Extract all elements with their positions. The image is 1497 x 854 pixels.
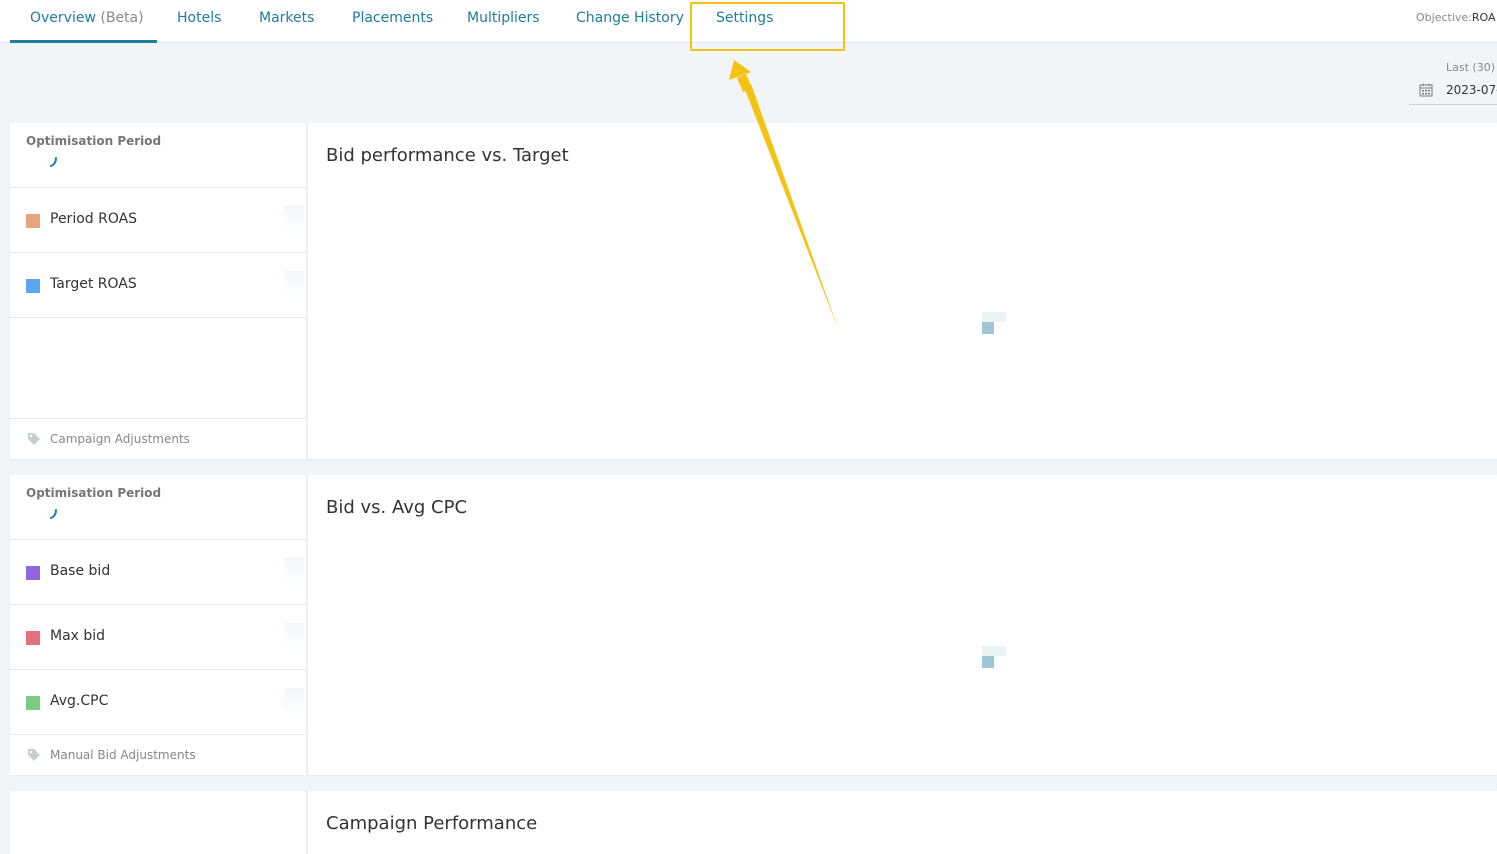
- bid-performance-card: Optimisation Period Period ROAS Target R…: [10, 123, 1497, 459]
- manual-bid-adjustments-link[interactable]: Manual Bid Adjustments: [10, 734, 306, 775]
- legend-item-period-roas[interactable]: Period ROAS: [10, 188, 306, 253]
- max-bid-swatch: [26, 631, 40, 645]
- avg-cpc-swatch: [26, 696, 40, 710]
- value-placeholder: [284, 688, 304, 716]
- optimisation-period-label: Optimisation Period: [26, 486, 162, 500]
- legend-label: Max bid: [50, 628, 106, 644]
- calendar-icon: [1419, 83, 1433, 97]
- objective-label: Objective:: [1416, 11, 1472, 24]
- date-range-label: Last (30) (: [1446, 61, 1497, 74]
- chart-loading-icon: [982, 646, 1006, 668]
- optimisation-period: Optimisation Period: [10, 123, 306, 188]
- value-placeholder: [284, 558, 304, 586]
- campaign-performance-card: Campaign Performance: [10, 791, 1497, 854]
- tab-overview-label: Overview: [30, 10, 96, 26]
- tag-icon: [28, 433, 40, 445]
- date-range-value: 2023-07-2: [1446, 83, 1497, 97]
- period-roas-swatch: [26, 214, 40, 228]
- settings-highlight-box: [690, 2, 845, 51]
- legend-label: Period ROAS: [50, 211, 138, 227]
- objective-indicator: Objective:ROA: [1416, 11, 1496, 24]
- objective-value: ROA: [1471, 11, 1496, 24]
- legend-label: Avg.CPC: [50, 693, 109, 709]
- campaign-performance-title: Campaign Performance: [326, 813, 538, 834]
- manual-bid-adjustments-label: Manual Bid Adjustments: [50, 748, 196, 762]
- bid-vs-cpc-card: Optimisation Period Base bid Max bid Avg…: [10, 475, 1497, 775]
- tab-change-history[interactable]: Change History: [576, 0, 684, 43]
- tag-icon: [28, 749, 40, 761]
- tab-hotels[interactable]: Hotels: [177, 0, 221, 43]
- tab-placements[interactable]: Placements: [352, 0, 433, 43]
- chart-loading-icon: [982, 312, 1006, 334]
- value-placeholder: [284, 271, 304, 299]
- optimisation-period-label: Optimisation Period: [26, 134, 162, 148]
- legend-item-base-bid[interactable]: Base bid: [10, 540, 306, 605]
- loading-spinner-icon: [50, 157, 57, 167]
- bid-vs-cpc-title: Bid vs. Avg CPC: [326, 497, 468, 518]
- legend-item-avg-cpc[interactable]: Avg.CPC: [10, 670, 306, 735]
- date-range-picker[interactable]: 2023-07-2: [1409, 77, 1497, 105]
- loading-spinner-icon: [50, 509, 57, 519]
- campaign-performance-sidebar: [10, 791, 308, 854]
- legend-label: Target ROAS: [50, 276, 137, 292]
- legend-item-target-roas[interactable]: Target ROAS: [10, 253, 306, 318]
- legend-item-max-bid[interactable]: Max bid: [10, 605, 306, 670]
- value-placeholder: [284, 206, 304, 234]
- tab-overview-beta: (Beta): [100, 10, 144, 26]
- bid-performance-title: Bid performance vs. Target: [326, 145, 569, 166]
- bid-performance-sidebar: Optimisation Period Period ROAS Target R…: [10, 123, 308, 459]
- campaign-adjustments-label: Campaign Adjustments: [50, 432, 190, 446]
- base-bid-swatch: [26, 566, 40, 580]
- tab-multipliers[interactable]: Multipliers: [467, 0, 540, 43]
- campaign-adjustments-link[interactable]: Campaign Adjustments: [10, 418, 306, 459]
- value-placeholder: [284, 623, 304, 651]
- target-roas-swatch: [26, 279, 40, 293]
- optimisation-period: Optimisation Period: [10, 475, 306, 540]
- bid-vs-cpc-sidebar: Optimisation Period Base bid Max bid Avg…: [10, 475, 308, 775]
- legend-label: Base bid: [50, 563, 111, 579]
- tab-markets[interactable]: Markets: [259, 0, 314, 43]
- tab-overview[interactable]: Overview (Beta): [10, 0, 157, 43]
